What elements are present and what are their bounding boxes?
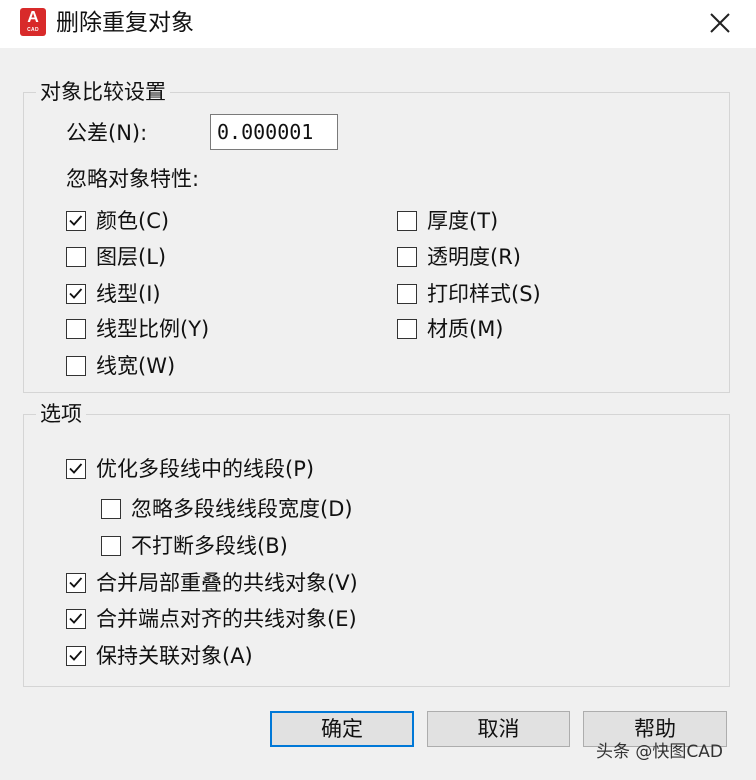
tolerance-input[interactable]: 0.000001 (210, 114, 338, 150)
checkmark-icon (69, 288, 83, 299)
checkbox-box[interactable] (397, 319, 417, 339)
checkbox-box[interactable] (397, 247, 417, 267)
checkbox-box[interactable] (397, 211, 417, 231)
options-title: 选项 (36, 401, 86, 427)
watermark-text: 头条 @快图CAD (596, 742, 723, 762)
checkbox-label: 打印样式(S) (427, 282, 541, 306)
checkbox-label: 透明度(R) (427, 245, 521, 269)
app-icon-subtext: CAD (27, 27, 39, 33)
checkmark-icon (69, 215, 83, 226)
checkbox-label: 保持关联对象(A) (96, 644, 253, 668)
checkbox-label: 不打断多段线(B) (131, 534, 288, 558)
checkbox-box[interactable] (101, 499, 121, 519)
checkbox-box[interactable] (101, 536, 121, 556)
title-bar: A CAD 删除重复对象 (0, 0, 756, 48)
close-button[interactable] (700, 6, 740, 40)
checkbox-box[interactable] (66, 247, 86, 267)
checkmark-icon (69, 650, 83, 661)
checkmark-icon (69, 577, 83, 588)
checkbox-box[interactable] (66, 573, 86, 593)
checkbox-label: 合并局部重叠的共线对象(V) (96, 571, 358, 595)
checkbox-box[interactable] (66, 284, 86, 304)
checkbox-box[interactable] (66, 211, 86, 231)
ok-button[interactable]: 确定 (270, 711, 414, 747)
checkbox-label: 图层(L) (96, 245, 167, 269)
checkbox-box[interactable] (397, 284, 417, 304)
checkbox-label: 忽略多段线线段宽度(D) (131, 497, 353, 521)
checkbox-box[interactable] (66, 356, 86, 376)
checkbox-label: 合并端点对齐的共线对象(E) (96, 607, 357, 631)
autocad-app-icon: A CAD (20, 8, 46, 36)
checkbox-label: 线宽(W) (96, 354, 176, 378)
checkbox-box[interactable] (66, 319, 86, 339)
checkbox-box[interactable] (66, 459, 86, 479)
close-icon (710, 13, 730, 33)
window-title: 删除重复对象 (56, 10, 194, 36)
checkmark-icon (69, 463, 83, 474)
app-icon-letter: A (27, 9, 39, 26)
checkbox-label: 颜色(C) (96, 209, 170, 233)
checkbox-label: 优化多段线中的线段(P) (96, 457, 315, 481)
checkbox-label: 材质(M) (427, 317, 504, 341)
ignore-properties-label: 忽略对象特性: (66, 167, 200, 191)
checkbox-box[interactable] (66, 609, 86, 629)
cancel-button[interactable]: 取消 (427, 711, 570, 747)
checkbox-box[interactable] (66, 646, 86, 666)
checkbox-label: 线型比例(Y) (96, 317, 210, 341)
checkbox-label: 厚度(T) (427, 209, 499, 233)
compare-settings-title: 对象比较设置 (36, 79, 170, 105)
tolerance-label: 公差(N): (66, 121, 148, 145)
checkmark-icon (69, 613, 83, 624)
checkbox-label: 线型(I) (96, 282, 161, 306)
